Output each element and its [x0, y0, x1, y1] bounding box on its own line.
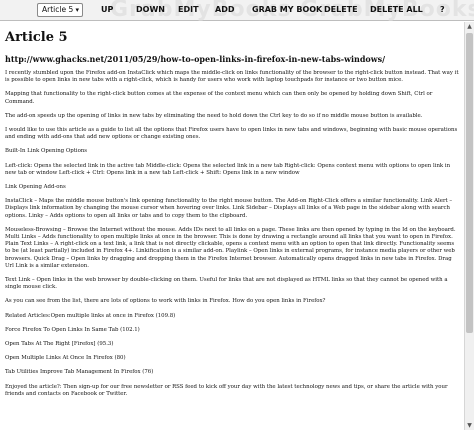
down-button[interactable]: DOWN	[136, 3, 165, 17]
paragraph: I recently stumbled upon the Firefox add…	[5, 70, 459, 84]
delete-button[interactable]: DELETE	[324, 3, 358, 17]
add-button[interactable]: ADD	[215, 3, 234, 17]
delete-all-button[interactable]: DELETE ALL	[370, 3, 423, 17]
vertical-scrollbar[interactable]: ▲ ▼	[464, 22, 474, 430]
paragraph: Left-click: Opens the selected link in t…	[5, 162, 451, 176]
paragraph: Mouseless-Browsing – Browse the Internet…	[5, 226, 456, 269]
paragraph: Open Tabs At The Right [Firefox] (95.3)	[5, 341, 114, 348]
scroll-down-arrow-icon[interactable]: ▼	[465, 421, 474, 430]
scroll-up-arrow-icon[interactable]: ▲	[465, 22, 474, 31]
paragraph: Built-In Link Opening Options	[5, 148, 88, 155]
paragraph: Open Multiple Links At Once In Firefox (…	[5, 355, 126, 362]
article-select-value: Article 5	[42, 5, 74, 14]
edit-button[interactable]: EDIT	[178, 3, 199, 17]
article-url: http://www.ghacks.net/2011/05/29/how-to-…	[5, 54, 386, 64]
paragraph: Link Opening Add-ons	[5, 184, 66, 191]
chevron-down-icon: ▾	[75, 6, 79, 14]
paragraph: Text Link – Open links in the web browse…	[5, 277, 448, 291]
paragraph: Mapping that functionality to the right-…	[5, 91, 433, 105]
up-button[interactable]: UP	[101, 3, 113, 17]
paragraph: Tab Utilities Improve Tab Management In …	[5, 369, 154, 376]
grab-my-book-button[interactable]: GRAB MY BOOK	[252, 3, 322, 17]
toolbar: GrabMyBooks GrabMyBooks Article 5 ▾ UP D…	[0, 0, 474, 22]
paragraph: I would like to use this article as a gu…	[5, 127, 458, 141]
paragraph: The add-on speeds up the opening of link…	[5, 112, 423, 119]
paragraph: Related Articles:Open multiple links at …	[5, 312, 176, 319]
paragraph: Enjoyed the article?: Then sign-up for o…	[5, 383, 448, 397]
help-button[interactable]: ?	[440, 3, 445, 17]
paragraph: As you can see from the list, there are …	[5, 298, 326, 305]
scroll-thumb[interactable]	[466, 33, 473, 333]
article-title: Article 5	[5, 30, 68, 45]
article-select[interactable]: Article 5 ▾	[37, 3, 83, 17]
article-content: Article 5 http://www.ghacks.net/2011/05/…	[0, 22, 464, 430]
paragraph: InstaClick – Maps the middle mouse butto…	[5, 198, 453, 219]
paragraph: Force Firefox To Open Links In Same Tab …	[5, 326, 140, 333]
